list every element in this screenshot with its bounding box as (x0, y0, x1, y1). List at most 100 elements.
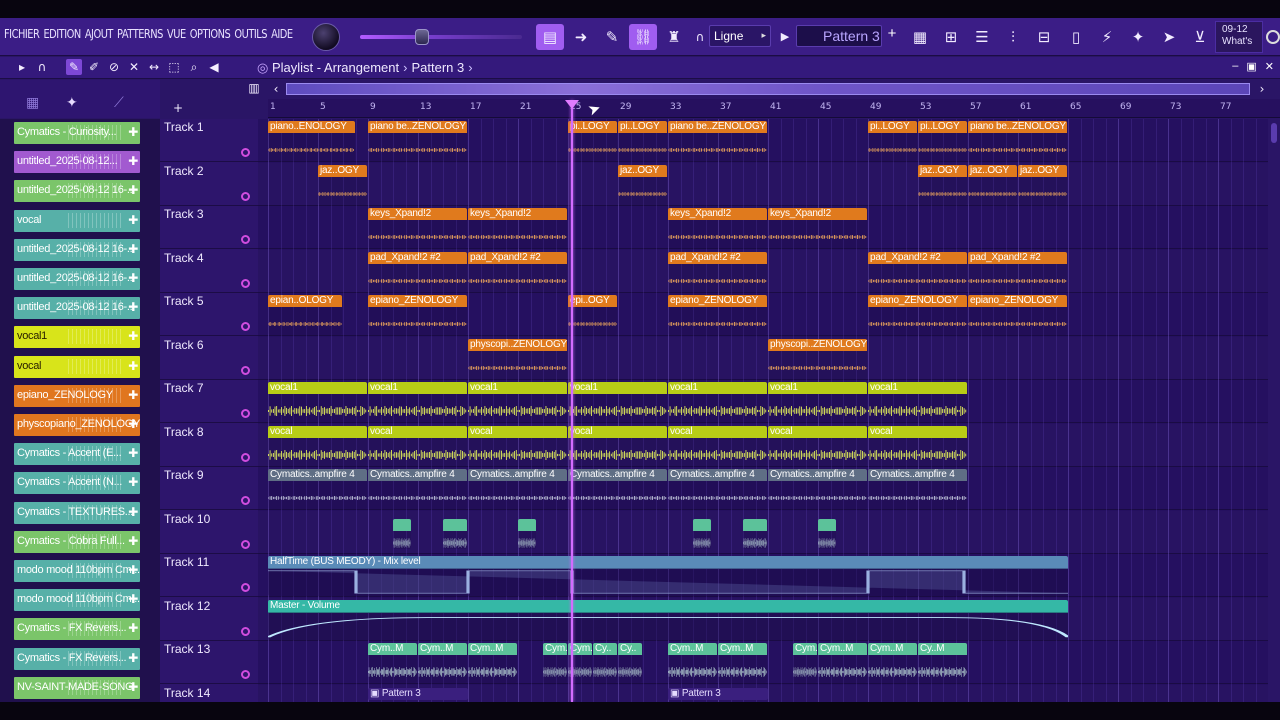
track-header[interactable]: Track 12 (160, 598, 258, 641)
browser-icon[interactable]: ☰ (968, 24, 996, 50)
audio-clip[interactable]: keys_Xpand!2 (368, 208, 467, 248)
scroll-right-icon[interactable]: › (1254, 81, 1270, 97)
audio-clip[interactable]: vocal (668, 425, 767, 466)
picker-pattern-icon[interactable]: ▦ (26, 94, 39, 111)
audio-clip[interactable]: pad_Xpand!2 #2 (968, 251, 1067, 292)
audio-clip[interactable]: Cym..M (418, 643, 467, 683)
track-header[interactable]: Track 10 (160, 511, 258, 554)
track-select-icon[interactable] (241, 235, 250, 244)
audio-clip[interactable]: Cym..M (368, 643, 417, 683)
channel-item[interactable]: Cymatics - TEXTURES... ✚ (14, 501, 140, 524)
channel-add-icon[interactable]: ✚ (128, 475, 138, 489)
audio-clip[interactable]: vocal1 (468, 382, 567, 422)
magnet-icon[interactable]: ∩ (34, 59, 50, 75)
channel-item[interactable]: Cymatics - Accent (N... ✚ (14, 472, 140, 495)
delete-icon[interactable]: ⊘ (106, 59, 122, 75)
channel-item[interactable]: vocal ✚ (14, 355, 140, 378)
track-header[interactable]: Track 7 (160, 380, 258, 423)
audio-clip[interactable]: Cym..M (818, 643, 867, 683)
audio-clip[interactable]: Cymatics..ampfire 4 (668, 469, 767, 509)
track-select-icon[interactable] (241, 583, 250, 592)
picker-audio-icon[interactable]: ✦ (66, 94, 78, 111)
track-header[interactable]: Track 9 (160, 467, 258, 510)
audio-clip[interactable]: epiano_ZENOLOGY (968, 295, 1067, 335)
audio-clip[interactable]: piano be..ZENOLOGY (968, 121, 1067, 161)
track-header[interactable]: Track 6 (160, 337, 258, 380)
menu-item-fichier[interactable]: FICHIER (4, 27, 40, 47)
pattern-prev-icon[interactable]: ▶ (776, 25, 794, 47)
plug-icon[interactable]: ⚡ (1093, 24, 1121, 50)
audio-clip[interactable]: epiano_ZENOLOGY (668, 295, 767, 335)
automation-clip[interactable]: Master - Volume (268, 599, 1068, 640)
channel-add-icon[interactable]: ✚ (128, 300, 138, 314)
audio-clip[interactable]: Cymatics..ampfire 4 (368, 469, 467, 509)
audio-clip[interactable]: piano..ENOLOGY (268, 121, 355, 161)
audio-clip[interactable]: keys_Xpand!2 (768, 208, 867, 248)
track-header[interactable]: Track 1 (160, 119, 258, 162)
picker-automation-icon[interactable]: ⟋ (114, 94, 124, 111)
channel-item[interactable]: modo mood 110bpm Cm... ✚ (14, 560, 140, 582)
channel-item[interactable]: untitled_2025-08-12... ✚ (14, 151, 140, 174)
audio-clip[interactable]: pi..LOGY (868, 121, 917, 161)
snap-select[interactable]: Ligne ▸ (709, 25, 771, 47)
audio-clip[interactable]: Cymatics..ampfire 4 (468, 469, 567, 509)
audio-clip[interactable]: pi..LOGY (618, 121, 667, 161)
channel-add-icon[interactable]: ✚ (128, 271, 138, 285)
audio-clip[interactable]: Cy.. (618, 643, 642, 683)
audio-clip[interactable]: Cym..PM (543, 643, 567, 683)
audio-clip[interactable]: Cymatics..ampfire 4 (268, 469, 367, 509)
channel-rack-icon[interactable]: ⊞ (937, 24, 965, 50)
channel-add-icon[interactable]: ✚ (128, 621, 138, 635)
track-select-icon[interactable] (241, 322, 250, 331)
channel-add-icon[interactable]: ✚ (128, 417, 138, 431)
audio-clip[interactable]: pad_Xpand!2 #2 (368, 251, 467, 292)
audio-clip[interactable]: vocal1 (768, 382, 867, 422)
brush-icon[interactable]: ✎ (598, 24, 626, 50)
audio-clip[interactable] (743, 518, 767, 549)
audio-clip[interactable]: physcopi..ZENOLOGY (468, 338, 567, 379)
channel-add-icon[interactable]: ✚ (128, 213, 138, 227)
piano-roll-mini-icon[interactable]: ▥ (246, 80, 262, 96)
audio-clip[interactable]: pad_Xpand!2 #2 (868, 251, 967, 292)
audio-clip[interactable]: jaz..OGY (318, 164, 367, 205)
track-select-icon[interactable] (241, 409, 250, 418)
track-header[interactable]: Track 13 (160, 641, 258, 684)
audio-clip[interactable] (693, 518, 711, 549)
channel-item[interactable]: NV-SAINT-MADE-SONG ✚ (14, 676, 140, 699)
menu-item-ajout[interactable]: AJOUT (85, 27, 114, 47)
channel-item[interactable]: Cymatics - FX Revers... ✚ (14, 647, 140, 670)
track-header[interactable]: Track 3 (160, 206, 258, 249)
channel-item[interactable]: modo mood 110bpm Cm... ✚ (14, 589, 140, 612)
track-header[interactable]: Track 8 (160, 424, 258, 467)
channel-item[interactable]: vocal ✚ (14, 209, 140, 232)
audio-clip[interactable]: vocal1 (568, 382, 667, 422)
audio-clip[interactable]: keys_Xpand!2 (668, 208, 767, 248)
audio-clip[interactable]: Cym..M (868, 643, 917, 683)
audio-clip[interactable]: Cym.. (793, 643, 817, 683)
audio-clip[interactable] (443, 518, 467, 549)
file-icon[interactable]: ▯ (1062, 24, 1090, 50)
send-icon[interactable]: ➤ (1155, 24, 1183, 50)
mute-icon[interactable]: ✕ (126, 59, 142, 75)
close-icon[interactable]: ✕ (1265, 60, 1274, 73)
channel-add-icon[interactable]: ✚ (128, 183, 138, 197)
track-select-icon[interactable] (241, 191, 250, 201)
track-select-icon[interactable] (241, 670, 250, 679)
wand-icon[interactable]: ✦ (1124, 24, 1152, 50)
channel-add-icon[interactable]: ✚ (128, 388, 138, 402)
playhead-marker[interactable] (565, 100, 579, 109)
select-icon[interactable]: ⬚ (166, 59, 182, 75)
audio-clip[interactable]: epi..OGY (568, 295, 617, 335)
master-volume-knob[interactable] (312, 23, 340, 51)
channel-item[interactable]: untitled_2025-08-12 16-... ✚ (14, 180, 140, 203)
channel-item[interactable]: epiano_ZENOLOGY ✚ (14, 384, 140, 407)
audio-clip[interactable]: pad_Xpand!2 #2 (468, 251, 567, 292)
pencil-icon[interactable] (54, 59, 62, 75)
audio-clip[interactable]: piano be..ZENOLOGY (368, 121, 467, 161)
slider-thumb[interactable] (415, 29, 429, 45)
channel-add-icon[interactable]: ✚ (128, 680, 138, 694)
audio-clip[interactable]: Cy..M (918, 643, 967, 683)
audio-clip[interactable]: jaz..OGY (918, 164, 967, 205)
audio-clip[interactable]: jaz..OGY (1018, 164, 1067, 205)
playback-icon[interactable]: ◀ (206, 59, 222, 75)
